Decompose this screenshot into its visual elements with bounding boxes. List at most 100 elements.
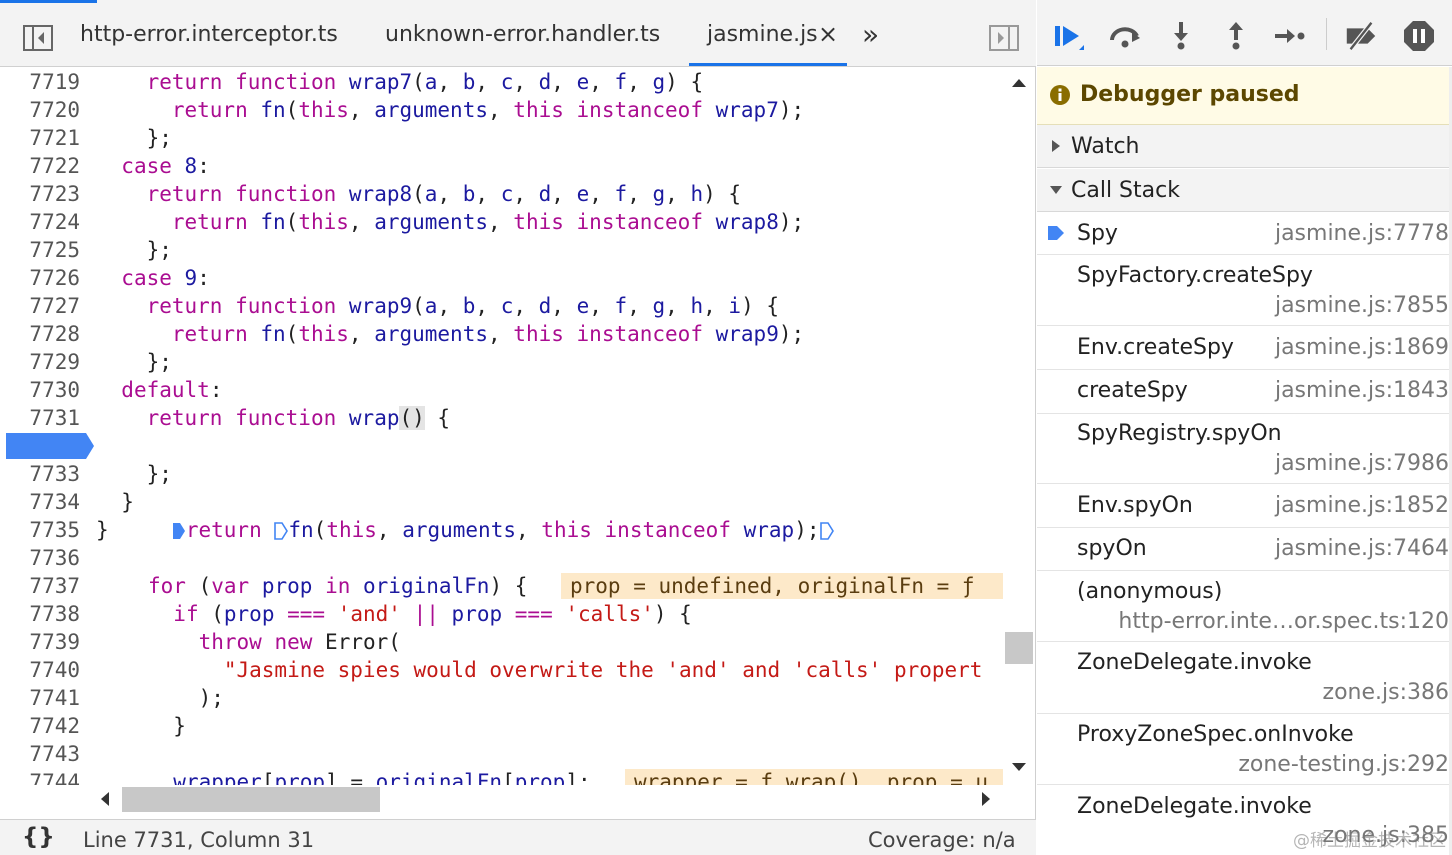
- pretty-print-button[interactable]: {}: [22, 824, 55, 850]
- call-frame[interactable]: Env.createSpy jasmine.js:1869: [1037, 327, 1449, 370]
- scroll-down-icon[interactable]: [1011, 762, 1027, 772]
- line-number[interactable]: 7720: [0, 96, 82, 124]
- frame-location[interactable]: jasmine.js:7464: [1275, 536, 1449, 561]
- frame-location[interactable]: jasmine.js:7778: [1275, 221, 1449, 246]
- code-line[interactable]: 7729 };: [0, 348, 1003, 376]
- frame-location[interactable]: http-error.inte…or.spec.ts:120: [1118, 609, 1449, 634]
- code-line[interactable]: 7723 return function wrap8(a, b, c, d, e…: [0, 180, 1003, 208]
- line-number[interactable]: 7735: [0, 516, 82, 544]
- code-line[interactable]: 7736: [0, 544, 1003, 572]
- code-line[interactable]: 7741 );: [0, 684, 1003, 712]
- code-line[interactable]: 7721 };: [0, 124, 1003, 152]
- line-number[interactable]: 7719: [0, 68, 82, 96]
- code-line[interactable]: 7733 };: [0, 460, 1003, 488]
- frame-location[interactable]: zone.js:386: [1323, 680, 1449, 705]
- line-number[interactable]: 7733: [0, 460, 82, 488]
- call-frame[interactable]: (anonymous) http-error.inte…or.spec.ts:1…: [1037, 572, 1449, 642]
- line-number[interactable]: 7740: [0, 656, 82, 684]
- close-icon[interactable]: ×: [818, 20, 838, 48]
- pause-on-exceptions-button[interactable]: [1401, 18, 1437, 54]
- tab-unknown-error-handler[interactable]: unknown-error.handler.ts: [385, 22, 660, 47]
- line-number[interactable]: 7739: [0, 628, 82, 656]
- scroll-right-icon[interactable]: [981, 791, 991, 807]
- call-frame[interactable]: SpyRegistry.spyOn jasmine.js:7986: [1037, 414, 1449, 484]
- tab-jasmine-js[interactable]: jasmine.js: [707, 22, 818, 47]
- step-into-button[interactable]: [1163, 18, 1199, 54]
- code-line[interactable]: 7730 default:: [0, 376, 1003, 404]
- line-number[interactable]: 7728: [0, 320, 82, 348]
- horizontal-scrollbar[interactable]: [96, 785, 1003, 813]
- code-line[interactable]: 7737 for (var prop in originalFn) { prop …: [0, 572, 1003, 600]
- horizontal-scroll-thumb[interactable]: [122, 787, 380, 812]
- frame-location[interactable]: jasmine.js:7855: [1275, 293, 1449, 318]
- line-number[interactable]: 7744: [0, 768, 82, 785]
- line-number[interactable]: 7736: [0, 544, 82, 572]
- frame-location[interactable]: jasmine.js:7986: [1275, 451, 1449, 476]
- call-frame[interactable]: createSpy jasmine.js:1843: [1037, 371, 1449, 414]
- code-line[interactable]: 7744 wrapper[prop] = originalFn[prop]; w…: [0, 768, 1003, 785]
- resume-button[interactable]: [1051, 18, 1087, 54]
- line-number[interactable]: 7741: [0, 684, 82, 712]
- line-number[interactable]: 7742: [0, 712, 82, 740]
- call-frame[interactable]: spyOn jasmine.js:7464: [1037, 528, 1449, 571]
- call-frame[interactable]: ProxyZoneSpec.onInvoke zone-testing.js:2…: [1037, 715, 1449, 785]
- more-tabs-icon[interactable]: »: [862, 18, 879, 51]
- editor-status-bar: {} Line 7731, Column 31 Coverage: n/a: [0, 819, 1036, 855]
- line-number[interactable]: 7730: [0, 376, 82, 404]
- code-line[interactable]: 7731 return function wrap() {: [0, 404, 1003, 432]
- frame-location[interactable]: jasmine.js:1843: [1275, 378, 1449, 403]
- line-number[interactable]: 7722: [0, 152, 82, 180]
- step-button[interactable]: [1272, 18, 1308, 54]
- call-frame[interactable]: Env.spyOn jasmine.js:1852: [1037, 485, 1449, 528]
- code-line[interactable]: 7719 return function wrap7(a, b, c, d, e…: [0, 68, 1003, 96]
- step-over-button[interactable]: [1107, 18, 1143, 54]
- line-number[interactable]: 7737: [0, 572, 82, 600]
- call-frame[interactable]: Spy jasmine.js:7778: [1037, 213, 1449, 255]
- line-number[interactable]: 7726: [0, 264, 82, 292]
- vertical-scroll-thumb[interactable]: [1005, 632, 1033, 664]
- line-number[interactable]: 7734: [0, 488, 82, 516]
- line-number[interactable]: 7724: [0, 208, 82, 236]
- code-line[interactable]: 7720 return fn(this, arguments, this ins…: [0, 96, 1003, 124]
- vertical-scrollbar[interactable]: [1003, 68, 1035, 785]
- code-line[interactable]: 7743: [0, 740, 1003, 768]
- tab-http-error-interceptor[interactable]: http-error.interceptor.ts: [80, 22, 338, 47]
- line-number[interactable]: 7729: [0, 348, 82, 376]
- code-editor[interactable]: 7719 return function wrap7(a, b, c, d, e…: [0, 68, 1003, 785]
- coverage-status[interactable]: Coverage: n/a: [868, 828, 1016, 852]
- line-number[interactable]: 7738: [0, 600, 82, 628]
- code-line[interactable]: 7738 if (prop === 'and' || prop === 'cal…: [0, 600, 1003, 628]
- scroll-up-icon[interactable]: [1011, 78, 1027, 88]
- code-line[interactable]: 7728 return fn(this, arguments, this ins…: [0, 320, 1003, 348]
- code-line[interactable]: 7735}: [0, 516, 1003, 544]
- code-line-paused[interactable]: 7732 return fn(this, arguments, this ins…: [0, 432, 1003, 542]
- code-line[interactable]: 7727 return function wrap9(a, b, c, d, e…: [0, 292, 1003, 320]
- frame-location[interactable]: jasmine.js:1852: [1275, 493, 1449, 518]
- line-number[interactable]: 7721: [0, 124, 82, 152]
- line-number[interactable]: 7725: [0, 236, 82, 264]
- toggle-debugger-sidebar-icon[interactable]: [988, 24, 1020, 52]
- call-frame[interactable]: ZoneDelegate.invoke zone.js:386: [1037, 643, 1449, 714]
- line-number[interactable]: 7743: [0, 740, 82, 768]
- toggle-navigator-icon[interactable]: [22, 24, 54, 52]
- frame-location[interactable]: zone-testing.js:292: [1238, 752, 1449, 777]
- call-stack-section-header[interactable]: Call Stack: [1037, 169, 1449, 212]
- code-line[interactable]: 7726 case 9:: [0, 264, 1003, 292]
- code-line[interactable]: 7739 throw new Error(: [0, 628, 1003, 656]
- code-line[interactable]: 7725 };: [0, 236, 1003, 264]
- line-number[interactable]: 7731: [0, 404, 82, 432]
- code-line[interactable]: 7740 "Jasmine spies would overwrite the …: [0, 656, 1003, 684]
- line-number[interactable]: 7723: [0, 180, 82, 208]
- code-line[interactable]: 7722 case 8:: [0, 152, 1003, 180]
- call-frame[interactable]: SpyFactory.createSpy jasmine.js:7855: [1037, 256, 1449, 326]
- frame-location[interactable]: jasmine.js:1869: [1275, 335, 1449, 360]
- watch-section-header[interactable]: Watch: [1037, 125, 1449, 168]
- line-number[interactable]: 7727: [0, 292, 82, 320]
- code-line[interactable]: 7742 }: [0, 712, 1003, 740]
- deactivate-breakpoints-button[interactable]: [1343, 18, 1379, 54]
- breakpoint-marker[interactable]: [6, 433, 94, 459]
- step-out-button[interactable]: [1218, 18, 1254, 54]
- code-line[interactable]: 7734 }: [0, 488, 1003, 516]
- scroll-left-icon[interactable]: [100, 791, 110, 807]
- code-line[interactable]: 7724 return fn(this, arguments, this ins…: [0, 208, 1003, 236]
